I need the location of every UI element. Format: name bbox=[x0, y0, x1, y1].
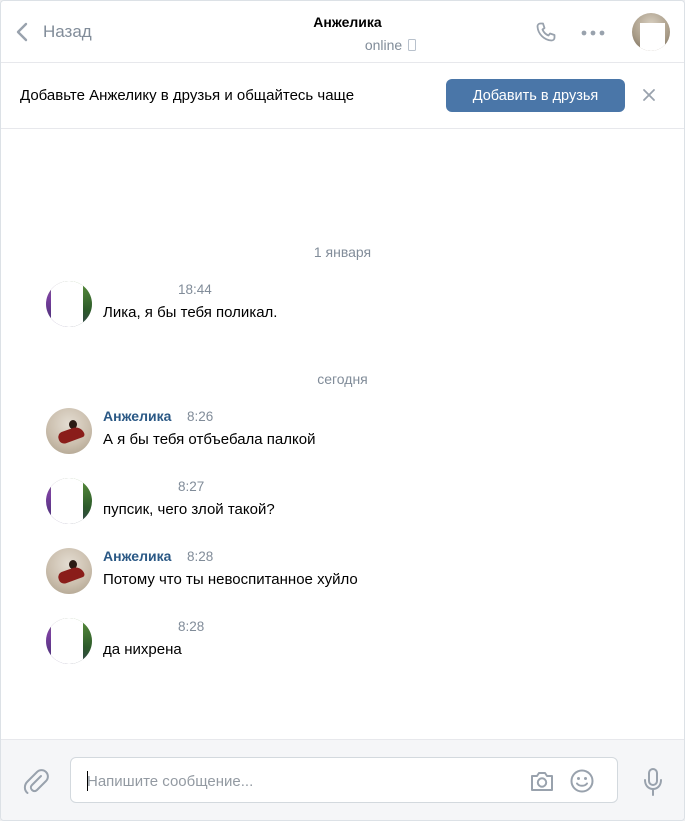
avatar[interactable] bbox=[46, 478, 92, 524]
avatar[interactable] bbox=[46, 281, 92, 327]
add-friend-banner: Добавьте Анжелику в друзья и общайтесь ч… bbox=[1, 63, 684, 129]
message-time: 8:26 bbox=[187, 409, 214, 424]
paperclip-icon[interactable] bbox=[22, 767, 50, 795]
message-history[interactable]: 1 января 18:44 Лика, я бы тебя поликал. … bbox=[1, 129, 684, 739]
message-time: 8:28 bbox=[178, 619, 205, 634]
date-separator: сегодня bbox=[317, 371, 368, 387]
avatar[interactable] bbox=[46, 408, 92, 454]
peer-status: online bbox=[97, 37, 684, 53]
avatar[interactable] bbox=[46, 618, 92, 664]
message-text: А я бы тебя отбъебала палкой bbox=[103, 431, 316, 448]
message-item[interactable]: Анжелика 8:26 А я бы тебя отбъебала палк… bbox=[46, 408, 646, 468]
message-time: 8:27 bbox=[178, 479, 205, 494]
close-icon[interactable] bbox=[642, 88, 656, 102]
message-item[interactable]: 8:28 да нихрена bbox=[46, 618, 646, 678]
microphone-icon[interactable] bbox=[641, 767, 665, 797]
avatar[interactable] bbox=[46, 548, 92, 594]
avatar-redaction bbox=[51, 618, 83, 664]
avatar-redaction bbox=[51, 281, 83, 327]
chat-window: Назад Анжелика online Добавьте Анжелику … bbox=[0, 0, 685, 821]
message-item[interactable]: 18:44 Лика, я бы тебя поликал. bbox=[46, 281, 646, 341]
chat-header: Назад Анжелика online bbox=[1, 1, 684, 63]
date-separator: 1 января bbox=[313, 244, 372, 260]
avatar-figure-body bbox=[56, 564, 86, 586]
message-item[interactable]: Анжелика 8:28 Потому что ты невоспитанно… bbox=[46, 548, 646, 608]
message-time: 18:44 bbox=[178, 282, 212, 297]
message-text: да нихрена bbox=[103, 641, 182, 658]
message-author[interactable]: Анжелика bbox=[103, 548, 171, 564]
text-cursor bbox=[87, 771, 88, 791]
peer-name[interactable]: Анжелика bbox=[11, 14, 684, 30]
status-text: online bbox=[364, 37, 403, 53]
message-text: Потому что ты невоспитанное хуйло bbox=[103, 571, 358, 588]
phone-icon[interactable] bbox=[534, 20, 558, 44]
message-text: Лика, я бы тебя поликал. bbox=[103, 304, 278, 321]
banner-text: Добавьте Анжелику в друзья и общайтесь ч… bbox=[20, 87, 355, 104]
peer-avatar[interactable] bbox=[632, 13, 670, 51]
mobile-device-icon bbox=[408, 39, 417, 51]
message-author[interactable]: Анжелика bbox=[103, 408, 171, 424]
avatar-redaction bbox=[640, 23, 665, 51]
more-icon[interactable] bbox=[581, 30, 605, 36]
message-input-box[interactable] bbox=[70, 757, 618, 803]
message-item[interactable]: 8:27 пупсик, чего злой такой? bbox=[46, 478, 646, 538]
message-text: пупсик, чего злой такой? bbox=[103, 501, 275, 518]
add-friend-button[interactable]: Добавить в друзья bbox=[446, 79, 625, 112]
message-composer bbox=[1, 739, 684, 820]
camera-icon[interactable] bbox=[529, 768, 555, 794]
smile-icon[interactable] bbox=[569, 768, 595, 794]
message-time: 8:28 bbox=[187, 549, 214, 564]
message-input[interactable] bbox=[87, 770, 507, 792]
avatar-figure-body bbox=[56, 424, 86, 446]
avatar-redaction bbox=[51, 478, 83, 524]
